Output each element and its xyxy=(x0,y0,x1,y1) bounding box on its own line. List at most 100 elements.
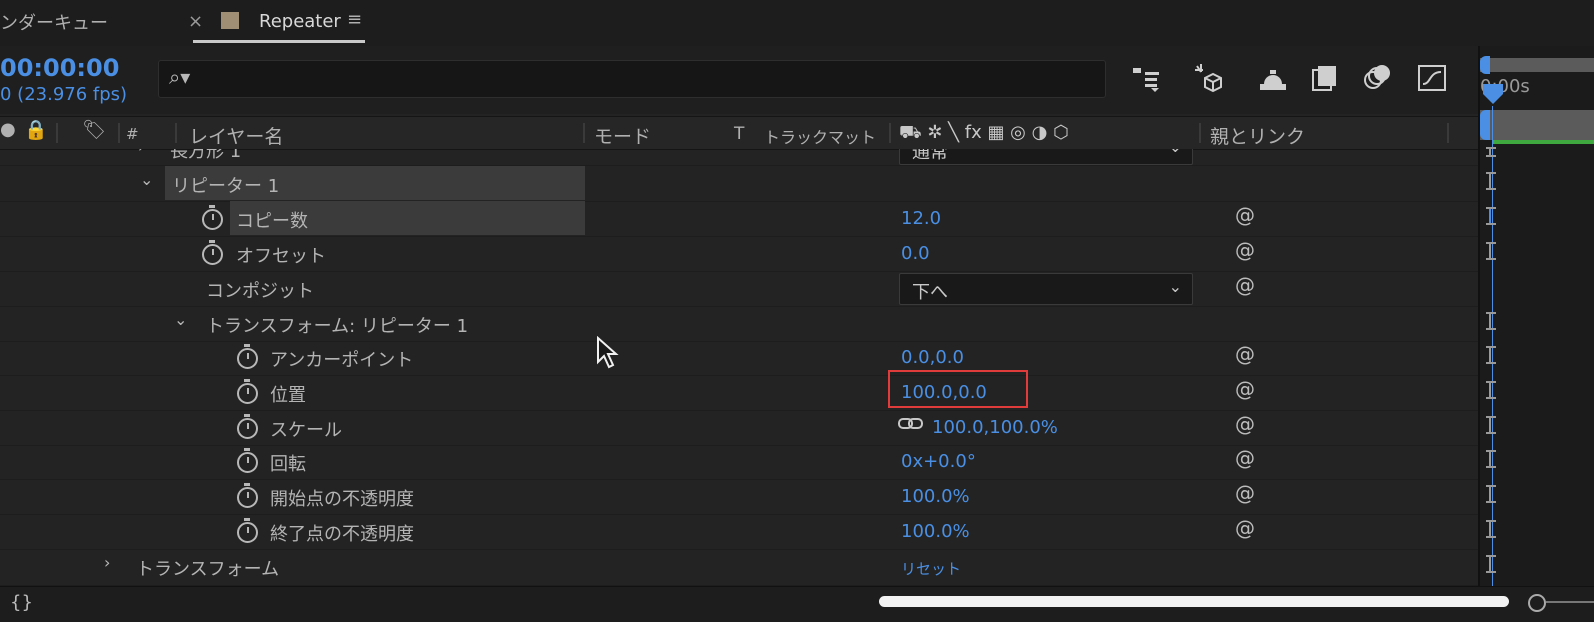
property-row[interactable]: コンポジット 下へ ⌄ @ xyxy=(0,271,1478,307)
column-number[interactable]: # xyxy=(126,125,139,143)
active-tab-underline xyxy=(193,40,365,43)
property-row[interactable]: コピー数 12.0 @ xyxy=(0,201,1478,237)
pick-whip-icon[interactable]: @ xyxy=(1235,273,1255,297)
property-row[interactable]: 位置 100.0,0.0 @ xyxy=(0,370,1478,411)
keyframe-marker[interactable] xyxy=(1486,555,1501,573)
draft-3d-icon[interactable] xyxy=(1193,62,1225,94)
column-mode[interactable]: モード xyxy=(594,122,651,149)
lock-icon[interactable]: 🔒 xyxy=(24,118,48,141)
property-value[interactable]: 0x+0.0° xyxy=(901,451,976,472)
keyframe-marker[interactable] xyxy=(1486,242,1501,260)
column-divider xyxy=(583,123,585,143)
column-parent-link[interactable]: 親とリンク xyxy=(1210,122,1305,149)
keyframe-marker[interactable] xyxy=(1486,172,1501,190)
property-row[interactable]: オフセット 0.0 @ xyxy=(0,236,1478,272)
playhead-icon[interactable] xyxy=(1482,82,1506,108)
search-input[interactable]: ⌕▾ xyxy=(158,60,1106,98)
stopwatch-icon[interactable] xyxy=(237,518,258,543)
column-preserve-transparency[interactable]: T xyxy=(734,124,744,144)
stopwatch-icon[interactable] xyxy=(237,379,258,404)
work-area-range xyxy=(1492,140,1594,144)
tab-render-queue[interactable]: ンダーキュー xyxy=(0,9,108,35)
keyframe-marker[interactable] xyxy=(1486,485,1501,503)
composite-dropdown[interactable]: 下へ ⌄ xyxy=(899,273,1193,305)
close-tab-icon[interactable]: × xyxy=(188,11,203,32)
column-divider xyxy=(1199,123,1201,143)
composition-flowchart-icon[interactable] xyxy=(1133,64,1167,94)
property-value[interactable]: 100.0% xyxy=(901,521,970,542)
property-group-row[interactable]: › トランスフォーム リセット xyxy=(0,549,1478,586)
property-label: 長方形 1 xyxy=(170,149,242,162)
pick-whip-icon[interactable]: @ xyxy=(1235,203,1255,227)
keyframe-marker[interactable] xyxy=(1486,147,1501,157)
pick-whip-icon[interactable]: @ xyxy=(1235,481,1255,505)
property-value[interactable]: 100.0% xyxy=(901,486,970,507)
panel-menu-icon[interactable]: ≡ xyxy=(347,9,362,30)
expand-chevron-icon[interactable]: › xyxy=(104,553,110,572)
pick-whip-icon[interactable]: @ xyxy=(1235,516,1255,540)
reset-link[interactable]: リセット xyxy=(901,558,961,579)
column-header: ● 🔒 🏷 # レイヤー名 モード T トラックマット ⛟ ✲ ╲ fx ▦ ◎… xyxy=(0,116,1478,150)
property-value[interactable]: 0.0,0.0 xyxy=(901,347,964,368)
property-label: アンカーポイント xyxy=(270,350,414,371)
blend-mode-dropdown[interactable]: 通常⌄ xyxy=(899,149,1193,165)
switches-icons[interactable]: ⛟ ✲ ╲ fx ▦ ◎ ◑ ⬡ xyxy=(899,122,1069,146)
property-label: リピーター 1 xyxy=(172,176,280,197)
property-group-row[interactable]: ⌄ リピーター 1 xyxy=(0,166,1478,202)
video-visibility-icon[interactable]: ● xyxy=(0,119,16,140)
property-row[interactable]: 回転 0x+0.0° @ xyxy=(0,444,1478,480)
shy-icon[interactable] xyxy=(1256,64,1290,92)
stopwatch-icon[interactable] xyxy=(237,483,258,508)
property-row[interactable]: 開始点の不透明度 100.0% @ xyxy=(0,479,1478,515)
column-layer-name[interactable]: レイヤー名 xyxy=(189,122,283,149)
expand-chevron-icon[interactable]: ⌄ xyxy=(140,170,153,189)
property-value[interactable]: 0.0 xyxy=(901,243,930,264)
tab-repeater[interactable]: Repeater xyxy=(259,11,341,32)
constrain-proportions-icon[interactable] xyxy=(898,416,924,432)
layer-row[interactable]: › 長方形 1 通常⌄ xyxy=(0,149,1478,166)
work-area-handle[interactable] xyxy=(1480,110,1490,140)
property-value[interactable]: 100.0,100.0% xyxy=(932,417,1058,438)
time-navigator[interactable] xyxy=(1480,58,1594,72)
pick-whip-icon[interactable]: @ xyxy=(1235,446,1255,470)
keyframe-marker[interactable] xyxy=(1486,416,1501,434)
property-value[interactable]: 100.0,0.0 xyxy=(901,382,987,403)
keyframe-marker[interactable] xyxy=(1486,207,1501,225)
chevron-down-icon: ⌄ xyxy=(1169,149,1182,156)
label-tag-icon[interactable]: 🏷 xyxy=(82,118,106,141)
toggle-switches-icon[interactable]: {} xyxy=(10,592,33,613)
keyframe-marker[interactable] xyxy=(1486,346,1501,364)
property-row[interactable]: 終了点の不透明度 100.0% @ xyxy=(0,514,1478,550)
property-group-row[interactable]: ⌄ トランスフォーム: リピーター 1 xyxy=(0,306,1478,342)
property-label: 終了点の不透明度 xyxy=(270,524,414,545)
expand-chevron-icon[interactable]: ⌄ xyxy=(174,310,187,329)
current-time-display[interactable]: 00:00:00 xyxy=(0,54,119,82)
stopwatch-icon[interactable] xyxy=(237,448,258,473)
frame-blending-icon[interactable] xyxy=(1311,64,1339,92)
keyframe-marker[interactable] xyxy=(1486,450,1501,468)
pick-whip-icon[interactable]: @ xyxy=(1235,377,1255,401)
work-area-bar[interactable] xyxy=(1480,110,1594,140)
property-value[interactable]: 12.0 xyxy=(901,208,941,229)
stopwatch-icon[interactable] xyxy=(237,344,258,369)
pick-whip-icon[interactable]: @ xyxy=(1235,238,1255,262)
horizontal-scrollbar[interactable] xyxy=(879,596,1509,607)
column-track-matte[interactable]: トラックマット xyxy=(764,124,876,148)
property-row[interactable]: スケール 100.0,100.0% @ xyxy=(0,410,1478,446)
pick-whip-icon[interactable]: @ xyxy=(1235,412,1255,436)
keyframe-marker[interactable] xyxy=(1486,381,1501,399)
keyframe-marker[interactable] xyxy=(1486,312,1501,330)
stopwatch-icon[interactable] xyxy=(202,240,223,265)
motion-blur-icon[interactable] xyxy=(1363,62,1393,92)
keyframe-marker[interactable] xyxy=(1486,520,1501,538)
zoom-slider-track[interactable] xyxy=(1546,601,1594,603)
pick-whip-icon[interactable]: @ xyxy=(1235,342,1255,366)
column-divider xyxy=(56,123,58,143)
time-navigator-start-handle[interactable] xyxy=(1480,56,1490,74)
property-row[interactable]: アンカーポイント 0.0,0.0 @ xyxy=(0,340,1478,376)
graph-editor-icon[interactable] xyxy=(1417,62,1449,94)
stopwatch-icon[interactable] xyxy=(237,414,258,439)
column-divider xyxy=(1447,123,1449,143)
stopwatch-icon[interactable] xyxy=(202,205,223,230)
zoom-slider-handle[interactable] xyxy=(1528,594,1546,612)
